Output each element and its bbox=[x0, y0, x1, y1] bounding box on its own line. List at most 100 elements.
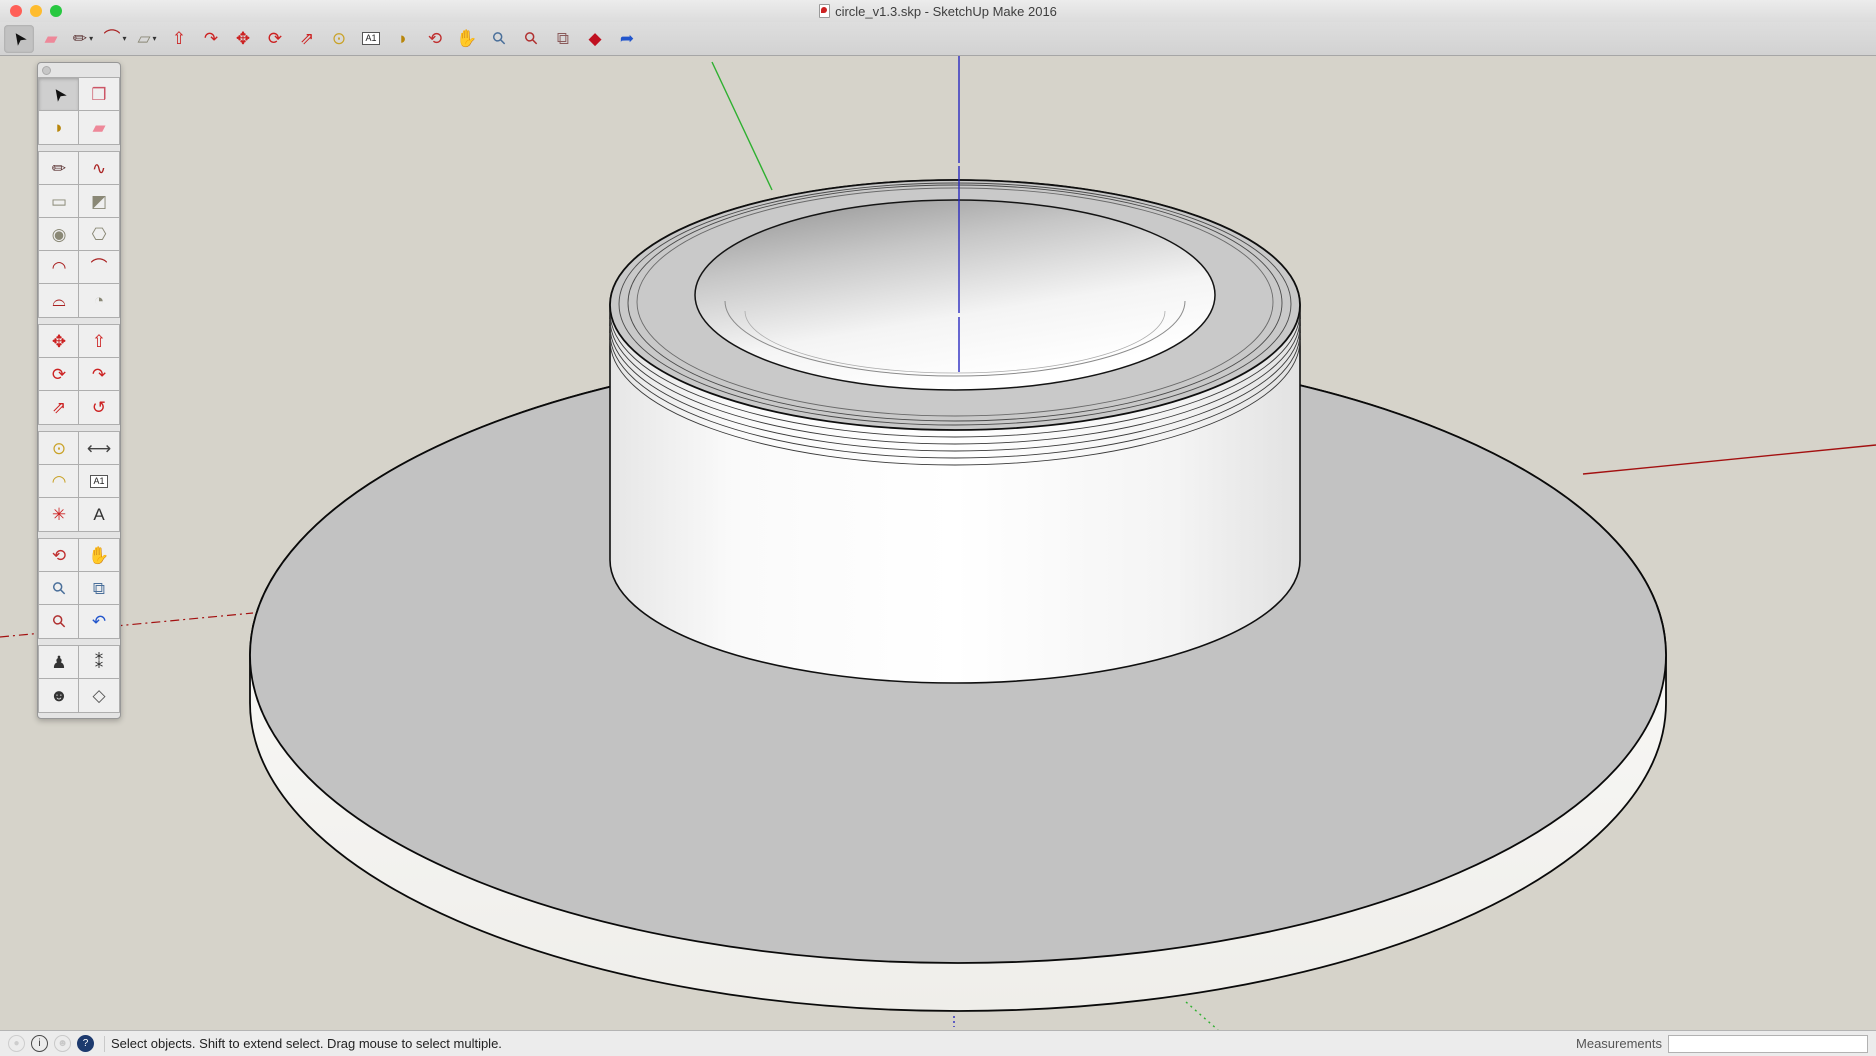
tape-measure-tool-button[interactable]: ⊙ ▾ bbox=[324, 25, 354, 53]
dimension-tool-button[interactable]: ⟷ bbox=[79, 432, 119, 465]
status-hint-text: Select objects. Shift to extend select. … bbox=[111, 1036, 502, 1051]
line-tool-button[interactable]: ✏ bbox=[39, 152, 79, 185]
shapes-tool-button[interactable]: ▱ ▾ bbox=[132, 25, 162, 53]
pie-tool-button[interactable]: ◔ bbox=[79, 284, 119, 317]
send-to-layout-tool-button[interactable]: ➦ ▾ bbox=[612, 25, 642, 53]
circle-tool-button[interactable]: ◉ bbox=[39, 218, 79, 251]
text-tool-button[interactable]: A1 bbox=[79, 465, 119, 498]
push-pull-tool-button[interactable]: ⇧ bbox=[79, 325, 119, 358]
credits-icon: i bbox=[38, 1039, 40, 1049]
document-icon bbox=[819, 4, 830, 18]
status-divider bbox=[104, 1036, 105, 1052]
eraser-tool-button[interactable]: ▰ ▾ bbox=[36, 25, 66, 53]
follow-me-tool-button[interactable]: ↷ ▾ bbox=[196, 25, 226, 53]
zoom-window-button[interactable] bbox=[50, 5, 62, 17]
geolocation-status-button[interactable]: ● bbox=[8, 1035, 25, 1052]
palette-close-button[interactable] bbox=[42, 66, 51, 75]
select-icon: ➤ bbox=[8, 28, 30, 49]
follow-me-tool-button[interactable]: ↷ bbox=[79, 358, 119, 391]
zoom-extents-icon: ⚲ bbox=[521, 28, 542, 49]
polygon-icon: ⎔ bbox=[92, 226, 107, 243]
walk-tool-button[interactable]: ⁑ bbox=[79, 646, 119, 679]
model-viewport[interactable] bbox=[0, 56, 1876, 1030]
traffic-lights bbox=[10, 5, 62, 17]
paint-bucket-tool-button[interactable]: ◗ ▾ bbox=[388, 25, 418, 53]
palette-titlebar[interactable] bbox=[38, 63, 120, 78]
pan-tool-button[interactable]: ✋ ▾ bbox=[452, 25, 482, 53]
arc-tool-button[interactable]: ⌒ ▾ bbox=[100, 25, 130, 53]
zoom-tool-button[interactable]: ⚲ ▾ bbox=[484, 25, 514, 53]
credits-status-button[interactable]: i bbox=[31, 1035, 48, 1052]
sign-in-icon: ☻ bbox=[57, 1039, 68, 1049]
status-bar: ● i ☻? Select objects. Shift to extend sel… bbox=[0, 1030, 1876, 1056]
previous-view-tool-button[interactable]: ↶ bbox=[79, 605, 119, 638]
look-around-icon: ☻ bbox=[50, 687, 68, 704]
rotate-icon: ⟳ bbox=[268, 30, 282, 47]
move-tool-button[interactable]: ✥ ▾ bbox=[228, 25, 258, 53]
shapes-tool-dropdown[interactable]: ▾ bbox=[153, 34, 157, 43]
orbit-tool-button[interactable]: ⟲ bbox=[39, 539, 79, 572]
paint-bucket-tool-button[interactable]: ◗ bbox=[39, 111, 79, 144]
rotate-tool-button[interactable]: ⟳ ▾ bbox=[260, 25, 290, 53]
arc-tool-dropdown[interactable]: ▾ bbox=[122, 34, 126, 43]
arc-icon: ⌒ bbox=[103, 30, 120, 47]
section-plane-icon: ◇ bbox=[92, 687, 105, 704]
window-title: circle_v1.3.skp - SketchUp Make 2016 bbox=[835, 4, 1057, 19]
status-icons: ● i ☻? bbox=[8, 1035, 94, 1052]
push-pull-tool-button[interactable]: ⇧ ▾ bbox=[164, 25, 194, 53]
scene-canvas[interactable] bbox=[0, 56, 1876, 1030]
sign-in-status-button[interactable]: ☻ bbox=[54, 1035, 71, 1052]
eraser-icon: ▰ bbox=[44, 30, 57, 47]
orbit-tool-button[interactable]: ⟲ ▾ bbox=[420, 25, 450, 53]
help-status-button[interactable]: ? bbox=[77, 1035, 94, 1052]
close-window-button[interactable] bbox=[10, 5, 22, 17]
large-tool-set-palette: ➤❒◗▰ ✏∿▭◩◉⎔◠⌒⌓◔ ✥⇧⟳↷⇗↺ ⊙⟷◠A1✳A ⟲✋⚲⧉⚲↶ ♟⁑… bbox=[37, 62, 121, 719]
eraser-tool-button[interactable]: ▰ bbox=[79, 111, 119, 144]
minimize-window-button[interactable] bbox=[30, 5, 42, 17]
extension-warehouse-tool-button[interactable]: ◆ ▾ bbox=[580, 25, 610, 53]
eraser-icon: ▰ bbox=[92, 119, 105, 136]
orbit-icon: ⟲ bbox=[52, 547, 66, 564]
two-point-arc-tool-button[interactable]: ⌒ bbox=[79, 251, 119, 284]
zoom-extents-tool-button[interactable]: ⚲ ▾ bbox=[516, 25, 546, 53]
get-models-tool-button[interactable]: ⧉ ▾ bbox=[548, 25, 578, 53]
three-point-arc-tool-button[interactable]: ⌓ bbox=[39, 284, 79, 317]
axes-icon: ✳ bbox=[52, 506, 66, 523]
polygon-tool-button[interactable]: ⎔ bbox=[79, 218, 119, 251]
three-d-text-tool-button[interactable]: A bbox=[79, 498, 119, 531]
cylinder-inner-opening[interactable] bbox=[695, 200, 1215, 390]
scale-tool-button[interactable]: ⇗ bbox=[39, 391, 79, 424]
main-toolbar: ➤ ▾ ▰ ▾ ✏ ▾ ⌒ ▾ ▱ ▾ ⇧ ▾ ↷ ▾ ✥ ▾ ⟳ ▾ ⇗ ▾ bbox=[0, 22, 1876, 56]
freehand-icon: ∿ bbox=[92, 160, 106, 177]
zoom-window-tool-button[interactable]: ⧉ bbox=[79, 572, 119, 605]
select-tool-button[interactable]: ➤ bbox=[39, 78, 79, 111]
section-plane-tool-button[interactable]: ◇ bbox=[79, 679, 119, 712]
select-tool-button[interactable]: ➤ ▾ bbox=[4, 25, 34, 53]
offset-tool-button[interactable]: ↺ bbox=[79, 391, 119, 424]
move-tool-button[interactable]: ✥ bbox=[39, 325, 79, 358]
pan-tool-button[interactable]: ✋ bbox=[79, 539, 119, 572]
line-tool-button[interactable]: ✏ ▾ bbox=[68, 25, 98, 53]
measurements-input[interactable] bbox=[1668, 1035, 1868, 1053]
arc-tool-button[interactable]: ◠ bbox=[39, 251, 79, 284]
scale-tool-button[interactable]: ⇗ ▾ bbox=[292, 25, 322, 53]
text-icon: A1 bbox=[90, 475, 107, 488]
rectangle-tool-button[interactable]: ▭ bbox=[39, 185, 79, 218]
freehand-tool-button[interactable]: ∿ bbox=[79, 152, 119, 185]
push-pull-icon: ⇧ bbox=[172, 30, 186, 47]
rotated-rectangle-tool-button[interactable]: ◩ bbox=[79, 185, 119, 218]
help-icon: ? bbox=[83, 1039, 89, 1049]
zoom-tool-button[interactable]: ⚲ bbox=[39, 572, 79, 605]
rotate-tool-button[interactable]: ⟳ bbox=[39, 358, 79, 391]
tape-measure-tool-button[interactable]: ⊙ bbox=[39, 432, 79, 465]
position-camera-tool-button[interactable]: ♟ bbox=[39, 646, 79, 679]
axes-tool-button[interactable]: ✳ bbox=[39, 498, 79, 531]
line-icon: ✏ bbox=[73, 30, 87, 47]
line-tool-dropdown[interactable]: ▾ bbox=[89, 34, 93, 43]
text-tool-button[interactable]: A1 ▾ bbox=[356, 25, 386, 53]
protractor-tool-button[interactable]: ◠ bbox=[39, 465, 79, 498]
look-around-tool-button[interactable]: ☻ bbox=[39, 679, 79, 712]
make-component-tool-button[interactable]: ❒ bbox=[79, 78, 119, 111]
rotate-icon: ⟳ bbox=[52, 366, 66, 383]
zoom-extents-tool-button[interactable]: ⚲ bbox=[39, 605, 79, 638]
